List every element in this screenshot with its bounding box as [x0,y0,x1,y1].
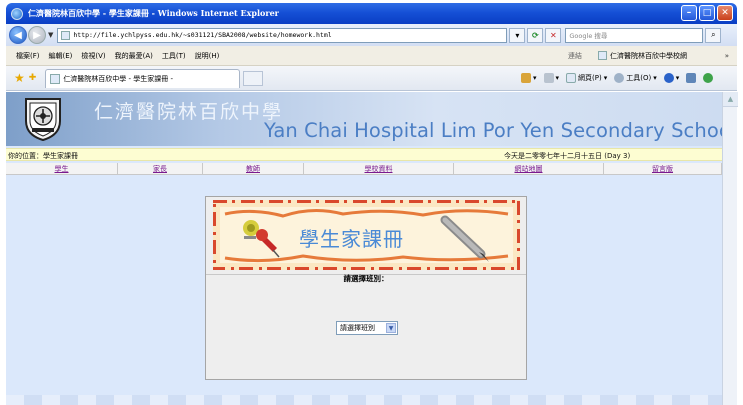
gear-icon [614,73,625,83]
tools-menu-button[interactable]: 工具(O) ▾ [614,73,657,83]
menu-tools[interactable]: 工具(T) [162,51,186,61]
today-date: 今天是二零零七年十二月十五日 (Day 3) [504,152,631,160]
feeds-button[interactable]: ▾ [543,73,559,83]
menu-help[interactable]: 說明(H) [195,51,220,61]
research-icon [686,73,697,83]
refresh-icon: ⟳ [532,30,539,40]
chevron-down-icon[interactable]: ▼ [386,323,396,333]
ie-icon [11,7,23,20]
tools-menu-label: 工具(O) [626,74,652,82]
links-chevron-icon[interactable]: » [725,52,729,60]
links-label: 連結 [568,51,582,60]
window-title-bar[interactable]: 仁濟醫院林百欣中學 - 學生家課冊 - Windows Internet Exp… [6,3,737,24]
search-input[interactable]: Google 搜尋 [565,27,704,43]
history-dropdown-icon[interactable]: ▼ [48,31,53,39]
page-menu-button[interactable]: 網頁(P) ▾ [566,73,607,83]
forward-button[interactable]: ▶ [28,26,46,44]
homework-panel: 學生家課冊 請選擇班別： 請選擇班別 ▼ [205,196,527,380]
close-button[interactable]: ✕ [717,5,733,21]
home-button[interactable]: ▾ [521,73,537,83]
window-controls: – □ ✕ [681,5,733,21]
page-menu-label: 網頁(P) [578,74,602,82]
refresh-button[interactable]: ⟳ [527,27,544,43]
links-item-school[interactable]: 仁濟醫院林百欣中學校網 [598,51,687,61]
menu-view[interactable]: 檢視(V) [81,51,105,61]
school-name-english: Yan Chai Hospital Lim Por Yen Secondary … [264,119,722,142]
breadcrumb: 你的位置：學生家課冊 [8,152,78,160]
home-icon [521,73,531,83]
school-banner: 仁濟醫院林百欣中學 Yan Chai Hospital Lim Por Yen … [6,92,722,146]
chevron-down-icon: ▾ [515,30,520,40]
school-crest-logo [25,98,61,142]
add-favorite-icon[interactable]: ✚ [29,73,37,83]
search-button[interactable]: ⌕ [705,27,722,43]
maximize-button[interactable]: □ [699,5,715,21]
search-placeholder: Google 搜尋 [569,32,608,40]
rss-icon [543,73,554,83]
homework-banner: 學生家課冊 [213,200,520,270]
page-icon [598,51,607,60]
nav-teachers[interactable]: 教師 [203,163,304,175]
address-dropdown-button[interactable]: ▾ [509,27,526,43]
back-arrow-icon: ◀ [14,29,22,41]
stop-button[interactable]: ✕ [545,27,562,43]
tab-bar: ★ ✚ 仁濟醫院林百欣中學 - 學生家課冊 - ▾ ▾ 網頁(P) ▾ 工具(O)… [6,66,737,91]
class-select-prompt: 請選擇班別： [343,274,389,283]
menu-bar: 檔案(F) 編輯(E) 檢視(V) 我的最愛(A) 工具(T) 說明(H) 連結… [6,46,737,66]
tab-active[interactable]: 仁濟醫院林百欣中學 - 學生家課冊 - [45,68,241,88]
homework-banner-title: 學生家課冊 [299,227,404,251]
nav-school-info[interactable]: 學校資料 [304,163,454,175]
address-input[interactable]: http://file.ychlpyss.edu.hk/~s031121/SBA… [57,27,508,43]
nav-sitemap[interactable]: 網站地圖 [454,163,604,175]
class-select-value: 請選擇班別 [340,324,375,332]
nav-students[interactable]: 學生 [6,163,118,175]
forward-arrow-icon: ▶ [33,29,41,41]
menu-favorites[interactable]: 我的最愛(A) [115,51,153,61]
back-button[interactable]: ◀ [9,26,27,44]
minimize-button[interactable]: – [681,5,697,21]
help-button[interactable]: ▾ [663,73,679,83]
window-title: 仁濟醫院林百欣中學 - 學生家課冊 - Windows Internet Exp… [28,8,279,18]
links-item-label: 仁濟醫院林百欣中學校網 [610,51,687,60]
url-text: http://file.ychlpyss.edu.hk/~s031121/SBA… [73,31,332,39]
command-bar: ▾ ▾ 網頁(P) ▾ 工具(O) ▾ ▾ [521,73,714,83]
help-icon [663,73,674,83]
research-button[interactable] [686,73,697,83]
page-icon [50,73,61,84]
tab-label: 仁濟醫院林百欣中學 - 學生家課冊 - [63,74,174,83]
messenger-button[interactable] [703,73,714,83]
scroll-up-arrow-icon[interactable]: ▲ [723,92,738,107]
class-select[interactable]: 請選擇班別 ▼ [336,321,398,335]
page-icon [566,73,577,83]
new-tab-button[interactable] [243,70,264,86]
menu-edit[interactable]: 編輯(E) [49,51,73,61]
vertical-scrollbar[interactable]: ▲ [722,92,738,405]
location-bar: 你的位置：學生家課冊 今天是二零零七年十二月十五日 (Day 3) [6,148,722,161]
page-footer-pattern [6,395,722,405]
messenger-icon [703,73,714,83]
page-icon [61,30,71,40]
web-page: 仁濟醫院林百欣中學 Yan Chai Hospital Lim Por Yen … [6,92,722,405]
stop-icon: ✕ [550,30,557,40]
search-icon: ⌕ [711,30,716,39]
school-name-chinese: 仁濟醫院林百欣中學 [94,101,284,123]
favorites-star-icon[interactable]: ★ [14,71,25,85]
nav-parents[interactable]: 家長 [118,163,203,175]
address-toolbar: ◀ ▶ ▼ http://file.ychlpyss.edu.hk/~s0311… [6,24,737,46]
nav-guestbook[interactable]: 留言版 [604,163,722,175]
site-nav: 學生 家長 教師 學校資料 網站地圖 留言版 [6,163,722,175]
menu-file[interactable]: 檔案(F) [16,51,40,61]
